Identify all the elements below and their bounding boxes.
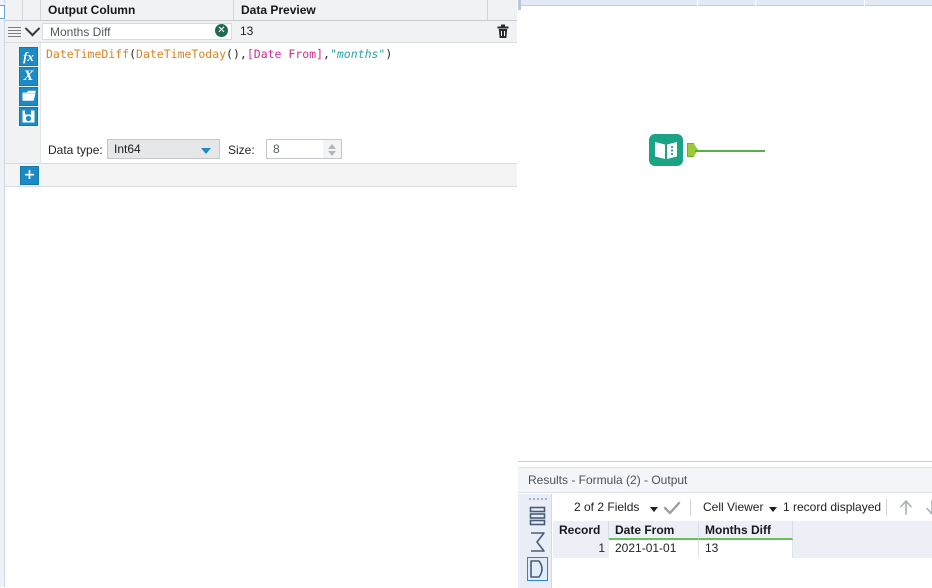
formula-token-fn-1: DateTimeDiff <box>46 47 129 61</box>
cell-filler <box>793 540 932 558</box>
folder-icon <box>22 90 36 102</box>
rail-drag-dots-icon[interactable] <box>529 498 547 502</box>
cell-viewer-button[interactable]: Cell Viewer <box>703 500 763 514</box>
cell-months-diff[interactable]: 13 <box>699 540 793 558</box>
cell-date-from[interactable]: 2021-01-01 <box>609 540 699 558</box>
toolbar-divider <box>886 499 887 516</box>
connection-line[interactable] <box>695 150 765 152</box>
save-icon <box>22 110 35 123</box>
records-view-icon[interactable] <box>527 504 548 528</box>
formula-config-panel: Output Column Data Preview Months Diff 1… <box>0 0 517 587</box>
formula-tool-rail: fx X <box>5 43 41 163</box>
header-output-column: Output Column <box>41 0 234 20</box>
row-expander-button[interactable] <box>23 21 41 42</box>
results-pane: Results - Formula (2) - Output 2 of 2 Fi… <box>518 461 932 587</box>
field-count-button[interactable]: 2 of 2 Fields <box>574 500 639 514</box>
scroll-down-button[interactable] <box>924 499 932 519</box>
insert-variable-button[interactable]: X <box>19 67 38 86</box>
results-side-rail <box>523 494 552 588</box>
formula-token-string: "months" <box>330 47 385 61</box>
scroll-up-button[interactable] <box>898 499 914 519</box>
data-type-row: Data type: Int64 Size: 8 <box>41 138 517 163</box>
header-expander-cell <box>23 0 41 20</box>
workflow-canvas[interactable]: Months Diff = DateTimeDiff (DateTimeToda… <box>518 0 932 461</box>
fx-icon: fx <box>23 49 34 64</box>
chevron-down-icon[interactable] <box>769 507 777 512</box>
add-output-column-button[interactable]: + <box>20 166 39 185</box>
open-formula-button[interactable] <box>19 87 38 106</box>
apply-check-button[interactable] <box>663 501 681 518</box>
insert-function-button[interactable]: fx <box>19 47 38 66</box>
formula-token-paren-2: () <box>226 47 240 61</box>
profile-shape-icon[interactable] <box>527 557 548 581</box>
book-icon <box>649 134 683 166</box>
canvas-left-edge <box>518 0 521 10</box>
checkmark-icon <box>663 501 681 515</box>
formula-token-comma-2: , <box>323 47 330 61</box>
formula-expression-editor[interactable]: DateTimeDiff(DateTimeToday(),[Date From]… <box>41 43 517 138</box>
toolbar-divider <box>690 499 691 516</box>
table-row[interactable]: 1 2021-01-01 13 <box>553 540 932 558</box>
column-header-filler <box>793 521 932 540</box>
save-formula-button[interactable] <box>19 107 38 126</box>
column-header-record[interactable]: Record <box>553 521 609 540</box>
summary-sigma-icon[interactable] <box>527 530 548 554</box>
results-toolbar: 2 of 2 Fields Cell Viewer 1 record displ… <box>553 494 932 521</box>
row-drag-handle[interactable] <box>5 21 23 42</box>
delete-row-button[interactable] <box>488 21 517 42</box>
config-panel-empty-area <box>5 187 517 587</box>
chevron-down-icon <box>24 21 40 37</box>
text-input-tool[interactable] <box>649 134 683 166</box>
arrow-up-icon <box>898 499 914 516</box>
formula-token-comma-1: , <box>240 47 247 61</box>
output-column-name-input[interactable]: Months Diff <box>42 23 232 40</box>
arrow-down-icon <box>924 499 932 516</box>
header-grip-cell <box>5 0 23 20</box>
output-column-row: Months Diff 13 <box>5 21 517 43</box>
variable-x-icon: X <box>23 68 33 84</box>
trash-icon <box>496 24 510 39</box>
data-preview-value: 13 <box>235 21 487 42</box>
data-type-label: Data type: <box>48 143 103 157</box>
results-grid-header: Record Date From Months Diff <box>553 521 932 540</box>
drag-grip-icon <box>8 25 21 39</box>
header-delete-cell <box>488 0 517 20</box>
stepper-up-icon <box>328 144 336 149</box>
canvas-top-strip <box>518 0 932 6</box>
formula-token-field: [Date From] <box>247 47 323 61</box>
config-table-header: Output Column Data Preview <box>5 0 517 21</box>
chevron-down-icon <box>201 148 211 154</box>
clear-output-name-button[interactable]: ✕ <box>215 24 228 37</box>
column-header-months-diff[interactable]: Months Diff <box>699 521 793 540</box>
records-displayed-label: 1 record displayed <box>783 500 881 514</box>
size-stepper[interactable] <box>323 139 342 159</box>
formula-token-paren-3: ) <box>385 47 392 61</box>
data-type-select[interactable]: Int64 <box>107 139 220 159</box>
formula-editor-section: fx X DateTimeDiff(DateTimeToday(),[Date … <box>5 43 517 164</box>
formula-token-paren-1: ( <box>129 47 136 61</box>
results-grid[interactable]: Record Date From Months Diff 1 2021-01-0… <box>553 521 932 588</box>
cell-record: 1 <box>553 540 609 558</box>
add-column-row: + <box>5 164 517 187</box>
column-header-date-from[interactable]: Date From <box>609 521 699 540</box>
results-title: Results - Formula (2) - Output <box>518 467 932 493</box>
header-data-preview: Data Preview <box>234 0 488 20</box>
chevron-down-icon[interactable] <box>650 507 658 512</box>
data-type-value: Int64 <box>114 142 141 156</box>
formula-token-fn-2: DateTimeToday <box>136 47 226 61</box>
size-label: Size: <box>228 143 255 157</box>
stepper-down-icon <box>328 151 336 156</box>
